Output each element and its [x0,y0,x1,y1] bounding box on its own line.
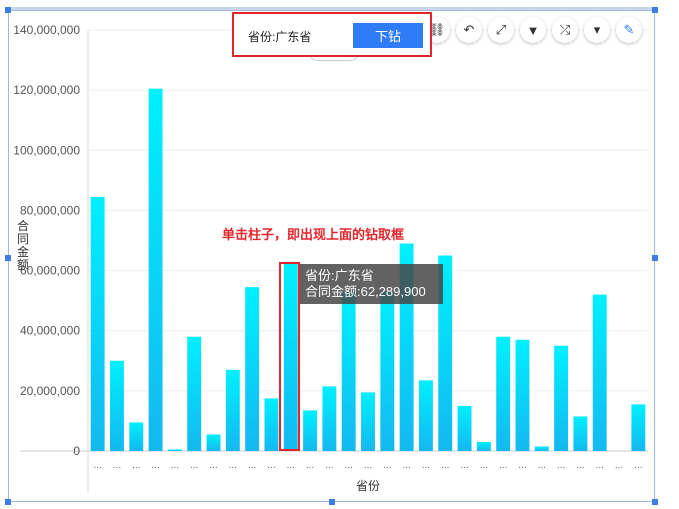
x-tick-label: ... [287,460,295,471]
y-axis-label-char: 金 [17,244,29,259]
y-axis-label: 合同金额 [17,218,29,272]
x-tick-label: ... [402,460,410,471]
x-tick-label: ... [190,460,198,471]
shuffle-icon[interactable]: ⤮ [552,17,578,43]
bar[interactable] [264,398,279,451]
x-tick-label: ... [441,460,449,471]
bar[interactable] [206,434,221,451]
x-tick-label: ... [557,460,565,471]
y-tick-label: 40,000,000 [20,324,80,338]
y-tick-label: 120,000,000 [13,83,80,97]
selected-bar-highlight [279,262,300,451]
undo-icon[interactable]: ↶ [456,17,482,43]
expand-icon[interactable]: ⤢ [488,17,514,43]
bar[interactable] [515,339,530,451]
x-tick-label: ... [460,460,468,471]
bar[interactable] [554,345,569,451]
x-tick-label: ... [229,460,237,471]
bar[interactable] [341,291,356,451]
x-tick-label: ... [634,460,642,471]
tooltip-line-province: 省份:广东省 [305,268,374,283]
y-tick-label: 140,000,000 [13,23,80,37]
bar[interactable] [418,380,433,451]
bar-chart: 020,000,00040,000,00060,000,00080,000,00… [13,23,648,493]
bar[interactable] [148,88,163,451]
x-tick-label: ... [596,460,604,471]
y-tick-label: 80,000,000 [20,203,80,217]
x-tick-label: ... [345,460,353,471]
bar-tooltip: 省份:广东省 合同金额:62,289,900 [300,264,443,304]
annotation-text: 单击柱子，即出现上面的钻取框 [222,227,405,242]
x-tick-label: ... [383,460,391,471]
x-tick-label: ... [576,460,584,471]
bar[interactable] [573,416,588,451]
x-tick-label: ... [306,460,314,471]
x-tick-label: ... [364,460,372,471]
y-tick-label: 100,000,000 [13,143,80,157]
bar[interactable] [303,410,318,451]
edit-icon[interactable]: ✎ [616,17,642,43]
y-axis-label-char: 额 [17,258,29,272]
filter-icon[interactable]: ▼ [520,17,546,43]
x-tick-label: ... [113,460,121,471]
y-tick-label: 0 [73,444,80,458]
bar[interactable] [225,369,240,451]
bar[interactable] [476,441,491,451]
drill-popup: 省份:广东省 下钻 [232,12,432,57]
x-tick-label: ... [518,460,526,471]
x-tick-label: ... [267,460,275,471]
y-axis-label-char: 同 [17,232,29,246]
bar[interactable] [129,422,144,451]
chart-toolbar: ⛓ ↶ ⤢ ▼ ⤮ ▾ ✎ [424,17,642,43]
x-tick-label: ... [151,460,159,471]
bar[interactable] [322,386,337,451]
x-tick-label: ... [615,460,623,471]
x-tick-label: ... [248,460,256,471]
bar[interactable] [457,405,472,451]
y-tick-label: 20,000,000 [20,384,80,398]
bar[interactable] [496,336,511,451]
tooltip-line-amount: 合同金额:62,289,900 [305,284,426,299]
x-tick-label: ... [480,460,488,471]
x-tick-label: ... [171,460,179,471]
bar[interactable] [631,404,646,451]
bar[interactable] [380,291,395,451]
x-axis-label: 省份 [356,479,380,493]
x-tick-label: ... [209,460,217,471]
x-tick-label: ... [325,460,333,471]
bar[interactable] [245,287,260,451]
bar[interactable] [110,360,124,451]
y-axis-label-char: 合 [17,218,29,233]
bar[interactable] [167,449,182,451]
drill-label: 省份:广东省 [248,30,312,44]
x-tick-label: ... [499,460,507,471]
bar[interactable] [534,446,549,451]
x-tick-label: ... [93,460,101,471]
x-tick-label: ... [538,460,546,471]
bar[interactable] [187,336,202,451]
dropdown-icon[interactable]: ▾ [584,17,610,43]
bar[interactable] [90,196,105,451]
bar[interactable] [592,294,607,451]
x-tick-label: ... [132,460,140,471]
drill-down-button[interactable]: 下钻 [353,23,423,48]
bar[interactable] [361,392,375,451]
x-tick-label: ... [422,460,430,471]
